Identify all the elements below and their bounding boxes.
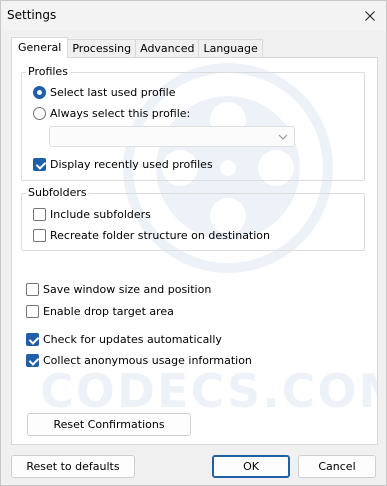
check-updates-label: Check for updates automatically <box>43 333 222 346</box>
tab-language[interactable]: Language <box>198 39 263 58</box>
tab-processing[interactable]: Processing <box>67 39 137 58</box>
enable-drop-target-checkbox[interactable]: Enable drop target area <box>26 305 174 318</box>
chevron-down-icon <box>278 134 288 140</box>
subfolders-group: Subfolders Include subfolders Recreate f… <box>21 186 365 251</box>
collect-usage-label: Collect anonymous usage information <box>43 354 252 367</box>
settings-window: Settings General Processing Advanced Lan… <box>0 0 387 486</box>
cancel-button[interactable]: Cancel <box>298 455 376 478</box>
radio-indicator <box>33 86 46 99</box>
profile-combobox[interactable] <box>49 126 295 147</box>
profiles-group: Profiles Select last used profile Always… <box>21 65 365 181</box>
recreate-folder-structure-checkbox[interactable]: Recreate folder structure on destination <box>33 229 270 242</box>
display-recent-profiles-label: Display recently used profiles <box>50 158 213 171</box>
select-last-profile-radio[interactable]: Select last used profile <box>33 86 175 99</box>
general-tab-panel: CODECS.COM Profiles Select last used pro… <box>11 57 378 445</box>
collect-usage-checkbox[interactable]: Collect anonymous usage information <box>26 354 252 367</box>
window-title: Settings <box>7 8 57 22</box>
title-bar: Settings <box>1 1 386 31</box>
reset-to-defaults-button[interactable]: Reset to defaults <box>11 455 135 478</box>
checkbox-indicator <box>33 158 46 171</box>
checkbox-indicator <box>26 305 39 318</box>
recreate-folder-structure-label: Recreate folder structure on destination <box>50 229 271 242</box>
checkbox-indicator <box>26 333 39 346</box>
save-window-size-label: Save window size and position <box>43 283 212 296</box>
tab-general[interactable]: General <box>11 37 69 58</box>
check-updates-checkbox[interactable]: Check for updates automatically <box>26 333 222 346</box>
tab-strip: General Processing Advanced Language <box>11 37 263 58</box>
display-recent-profiles-checkbox[interactable]: Display recently used profiles <box>33 158 213 171</box>
tab-advanced[interactable]: Advanced <box>135 39 200 58</box>
ok-button[interactable]: OK <box>212 455 290 478</box>
save-window-size-checkbox[interactable]: Save window size and position <box>26 283 211 296</box>
close-icon <box>365 11 375 21</box>
subfolders-group-title: Subfolders <box>26 186 89 199</box>
reset-confirmations-button[interactable]: Reset Confirmations <box>27 413 191 436</box>
close-button[interactable] <box>358 5 382 27</box>
codecs-watermark-text: CODECS.COM <box>40 364 378 418</box>
always-select-profile-radio[interactable]: Always select this profile: <box>33 107 190 120</box>
checkbox-indicator <box>26 354 39 367</box>
include-subfolders-checkbox[interactable]: Include subfolders <box>33 208 151 221</box>
radio-indicator <box>33 107 46 120</box>
include-subfolders-label: Include subfolders <box>50 208 151 221</box>
checkbox-indicator <box>26 283 39 296</box>
checkbox-indicator <box>33 208 46 221</box>
checkbox-indicator <box>33 229 46 242</box>
select-last-profile-label: Select last used profile <box>50 86 176 99</box>
profiles-group-title: Profiles <box>26 65 70 78</box>
always-select-profile-label: Always select this profile: <box>50 107 191 120</box>
enable-drop-target-label: Enable drop target area <box>43 305 174 318</box>
